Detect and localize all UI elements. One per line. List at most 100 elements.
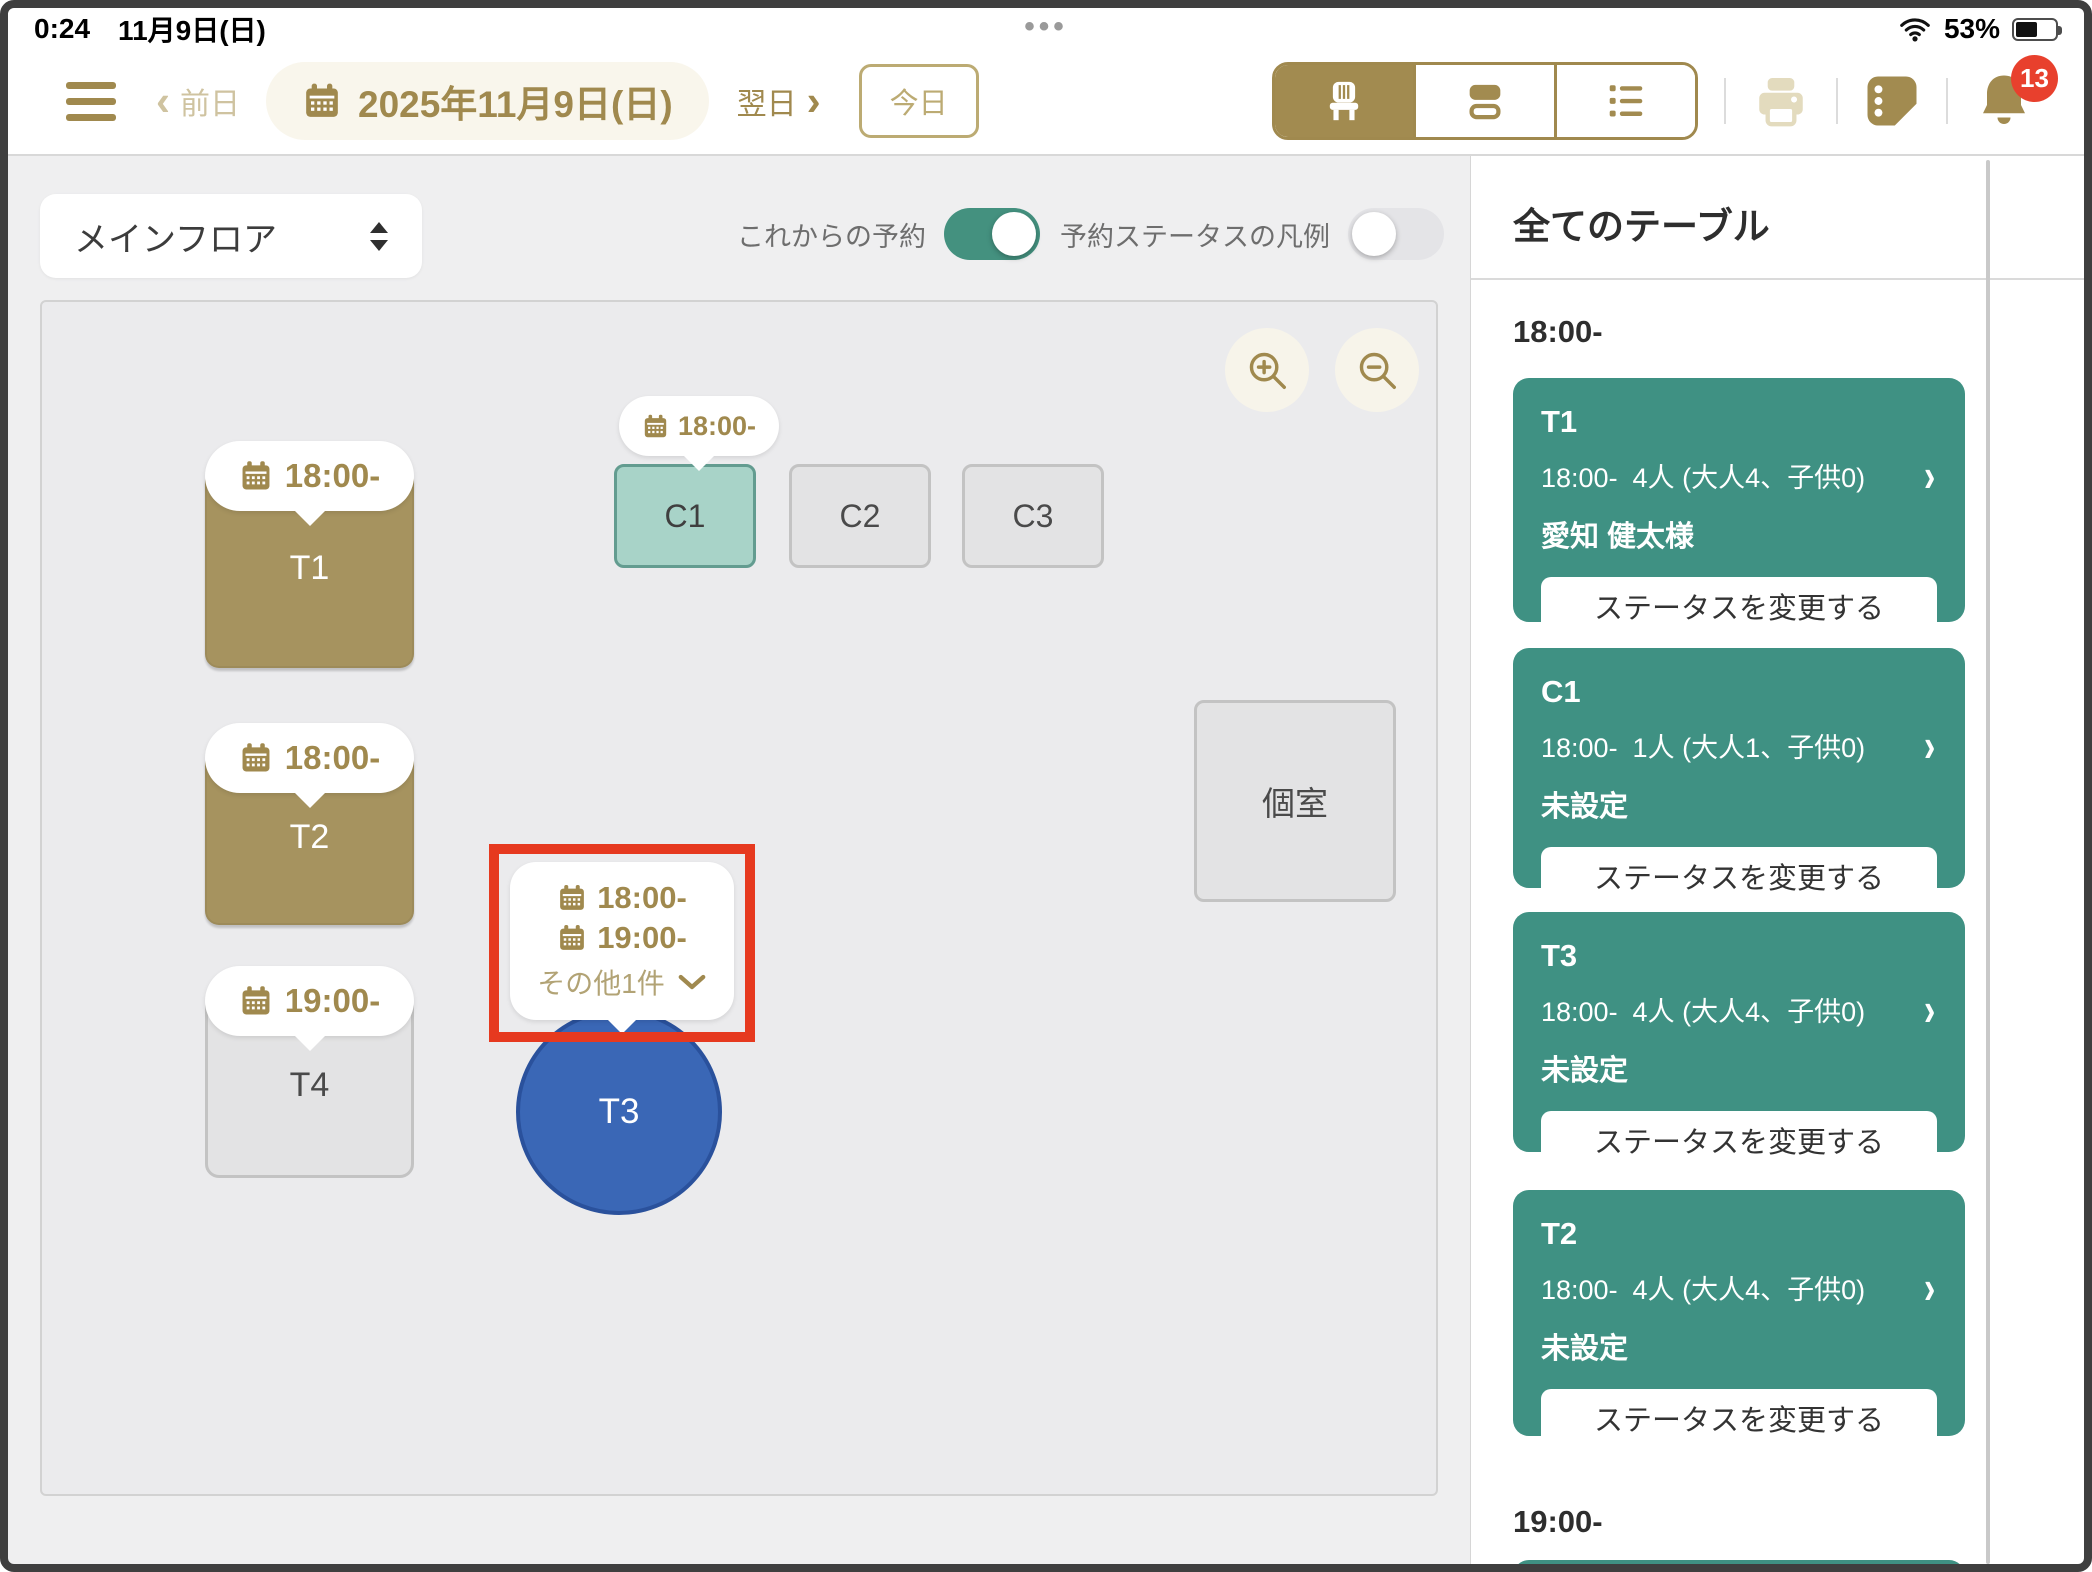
card-guest-name: 未設定 [1541,1333,1629,1365]
filter-toggles: これからの予約 予約ステータスの凡例 [737,208,1444,260]
table-label: C2 [839,497,881,534]
current-date-label: 2025年11月9日(日) [358,84,673,125]
change-status-button[interactable]: ステータスを変更する [1541,1111,1937,1169]
floor-select-value: メインフロア [74,220,277,259]
reservation-time: 18:00- [284,739,381,776]
upcoming-toggle[interactable] [944,208,1040,260]
map-counter-c1[interactable]: C1 [614,464,756,568]
reservation-time: 19:00- [284,982,381,1019]
status-date: 11月9日(日) [118,15,266,46]
card-guest-name: 未設定 [1541,1055,1629,1087]
chair-icon [1329,81,1359,121]
view-mode-segmented-control [1272,62,1698,140]
reservation-card-t2[interactable]: T2 18:00- 4人 (大人4、子供0) › 未設定 ステータスを変更する [1513,1190,1965,1447]
table-label: C1 [664,497,706,534]
legend-toggle[interactable] [1348,208,1444,260]
zoom-in-button[interactable] [1225,328,1309,412]
change-status-button[interactable]: ステータスを変更する [1541,1389,1937,1447]
floor-select-dropdown[interactable]: メインフロア [40,194,422,278]
reservation-app-screen: 0:24 11月9日(日) ••• 53% ‹ 前日 2025年11月9日(日) [0,0,2092,1572]
chevron-right-icon[interactable]: › [1924,722,1935,767]
table-label: T4 [289,1066,330,1104]
table-label: C3 [1012,497,1054,534]
today-button[interactable]: 今日 [858,64,979,138]
sidebar-title: 全てのテーブル [1513,206,1770,247]
table-label: T1 [289,548,330,587]
highlight-red-box [489,844,755,1042]
all-tables-sidebar: 全てのテーブル 18:00- T1 18:00- 4人 (大人4、子供0) › … [1470,156,2084,1564]
map-counter-c1-time-bubble[interactable]: 18:00- [619,396,779,456]
change-status-button[interactable]: ステータスを変更する [1541,847,1937,905]
card-reservation-info: 18:00- 1人 (大人1、子供0) [1541,733,1866,763]
prev-day-button[interactable]: ‹ 前日 [156,79,240,123]
reservation-card-t1[interactable]: T1 18:00- 4人 (大人4、子供0) › 愛知 健太様 ステータスを変更… [1513,378,1965,635]
card-guest-name: 愛知 健太様 [1541,521,1695,553]
battery-percent: 53% [1943,13,2000,44]
chevron-right-icon[interactable]: › [1924,452,1935,497]
upcoming-toggle-label: これからの予約 [737,221,926,252]
calendar-icon [242,986,270,1015]
map-table-t2-time-bubble[interactable]: 18:00- [205,723,414,793]
zoom-out-icon [1359,352,1396,389]
printer-icon [1759,78,1803,127]
floor-map-panel: メインフロア これからの予約 予約ステータスの凡例 T1 18:00- T2 1… [8,156,1470,1564]
main-content: メインフロア これからの予約 予約ステータスの凡例 T1 18:00- T2 1… [8,154,2084,1564]
calendar-icon [644,414,667,437]
reservation-card-c1[interactable]: C1 18:00- 1人 (大人1、子供0) › 未設定 ステータスを変更する [1513,648,1965,905]
list-view-tab[interactable] [1554,65,1695,137]
menu-button[interactable] [66,81,116,121]
floor-map-canvas[interactable]: T1 18:00- T2 18:00- T4 19:00- C1 18:00- … [40,300,1438,1496]
notification-badge: 13 [2011,55,2058,102]
status-bar: 0:24 11月9日(日) ••• 53% [8,8,2084,50]
card-reservation-info: 18:00- 4人 (大人4、子供0) [1541,463,1866,493]
map-table-t1-time-bubble[interactable]: 18:00- [205,441,414,511]
prev-day-label: 前日 [180,88,240,121]
toolbar-divider [1836,78,1838,124]
card-table-id: T1 [1541,404,1578,439]
card-reservation-info: 18:00- 4人 (大人4、子供0) [1541,997,1866,1027]
reservation-time: 18:00- [677,410,757,441]
card-guest-name: 未設定 [1541,791,1629,823]
card-table-id: C1 [1541,674,1581,709]
battery-icon [2012,17,2062,41]
card-reservation-info: 18:00- 4人 (大人4、子供0) [1541,1275,1866,1305]
reservation-card-partial[interactable] [1513,1560,1965,1564]
date-picker-button[interactable]: 2025年11月9日(日) [266,62,709,140]
card-view-tab[interactable] [1413,65,1554,137]
notifications-button[interactable]: 13 [1974,55,2058,131]
legend-toggle-label: 予約ステータスの凡例 [1060,221,1330,252]
status-time: 0:24 [34,13,91,44]
table-label: T3 [598,1092,640,1131]
next-day-button[interactable]: 翌日 › [737,79,821,123]
multitask-dots[interactable]: ••• [1024,10,1068,44]
section-heading-1900: 19:00- [1513,1504,1603,1539]
calendar-icon [242,743,270,772]
memo-button[interactable] [1864,73,1920,129]
map-private-room[interactable]: 個室 [1194,700,1396,902]
chevron-right-icon[interactable]: › [1924,1264,1935,1309]
map-counter-c3[interactable]: C3 [962,464,1104,568]
sidebar-scrollbar[interactable] [1986,160,1990,1564]
chevron-right-icon[interactable]: › [1924,986,1935,1031]
toolbar-divider [1946,78,1948,124]
map-counter-c2[interactable]: C2 [789,464,931,568]
map-table-t4-time-bubble[interactable]: 19:00- [205,966,414,1036]
reservation-time: 18:00- [284,457,381,494]
zoom-in-icon [1249,352,1286,389]
print-button[interactable] [1752,72,1810,130]
card-table-id: T2 [1541,1216,1578,1251]
sidebar-divider [1471,278,2084,280]
zoom-out-button[interactable] [1335,328,1419,412]
reservation-card-t3[interactable]: T3 18:00- 4人 (大人4、子供0) › 未設定 ステータスを変更する [1513,912,1965,1169]
calendar-icon [306,83,338,117]
section-heading-1800: 18:00- [1513,314,1603,349]
memo-icon [1867,76,1917,126]
list-icon [1609,85,1643,117]
change-status-button[interactable]: ステータスを変更する [1541,577,1937,635]
wifi-icon [1900,18,1930,42]
toolbar: ‹ 前日 2025年11月9日(日) 翌日 › 今日 13 [8,48,2084,154]
next-day-label: 翌日 [736,88,797,121]
calendar-icon [242,461,270,490]
floor-view-tab[interactable] [1275,65,1413,137]
table-label: T2 [289,818,330,856]
